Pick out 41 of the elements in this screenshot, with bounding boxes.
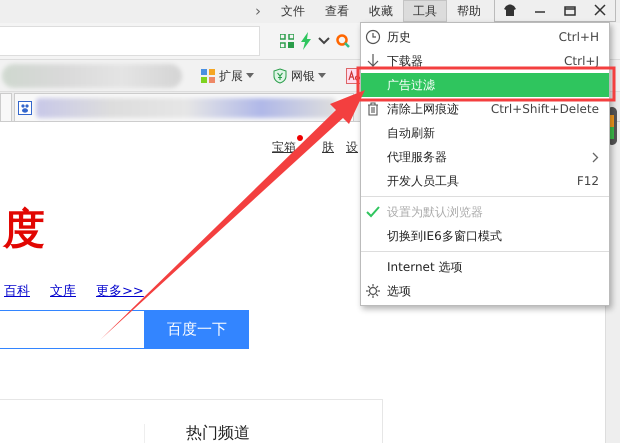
- menu-item[interactable]: 历史 Ctrl+H: [361, 25, 609, 49]
- menu-item[interactable]: 代理服务器: [361, 145, 609, 169]
- lightning-icon[interactable]: [300, 32, 312, 50]
- menu-item[interactable]: Internet 选项: [361, 255, 609, 279]
- menu-bar-item[interactable]: 文件: [271, 0, 315, 22]
- top-link[interactable]: 宝箱: [272, 138, 296, 156]
- menu-item[interactable]: 自动刷新: [361, 121, 609, 145]
- menu-bar-item[interactable]: 查看: [315, 0, 359, 22]
- toolbar-button[interactable]: 网银: [266, 66, 332, 86]
- maximize-icon[interactable]: [563, 4, 577, 17]
- address-field[interactable]: [0, 26, 260, 56]
- settings-icon: [365, 283, 381, 299]
- menu-item[interactable]: 切换到IE6多窗口模式: [361, 224, 609, 248]
- menu-item[interactable]: 选项: [361, 279, 609, 303]
- nav-link[interactable]: 文库: [50, 282, 76, 302]
- extensions-icon: [200, 68, 216, 84]
- qr-code-icon[interactable]: [280, 34, 294, 48]
- trash-icon: [365, 101, 381, 117]
- chevron-icon[interactable]: [318, 37, 330, 45]
- logo-text: 度: [2, 203, 46, 255]
- toolbar-button[interactable]: 扩展: [194, 66, 260, 86]
- browser-tab[interactable]: [14, 93, 354, 121]
- menu-bar-item[interactable]: 工具: [403, 0, 447, 22]
- shield-icon: [272, 68, 288, 84]
- nav-link[interactable]: 更多>>: [96, 282, 144, 302]
- clock-icon: [365, 29, 381, 45]
- top-link[interactable]: 设: [346, 138, 358, 156]
- menu-item[interactable]: 下载器 Ctrl+J: [361, 49, 609, 73]
- menu-bar-item[interactable]: 收藏: [359, 0, 403, 22]
- search-icon[interactable]: [336, 34, 350, 48]
- overflow-button[interactable]: ›: [245, 0, 271, 22]
- section-title: 热门频道: [186, 422, 250, 443]
- menu-bar-item[interactable]: 帮助: [447, 0, 491, 22]
- menu-item[interactable]: 开发人员工具 F12: [361, 169, 609, 193]
- close-icon[interactable]: [593, 4, 607, 17]
- skin-icon[interactable]: [503, 4, 517, 17]
- search-button[interactable]: 百度一下: [145, 310, 249, 349]
- top-link[interactable]: 肤: [322, 138, 334, 156]
- nav-link[interactable]: 百科: [4, 282, 30, 302]
- download-icon: [365, 53, 381, 69]
- paw-icon: [18, 100, 32, 114]
